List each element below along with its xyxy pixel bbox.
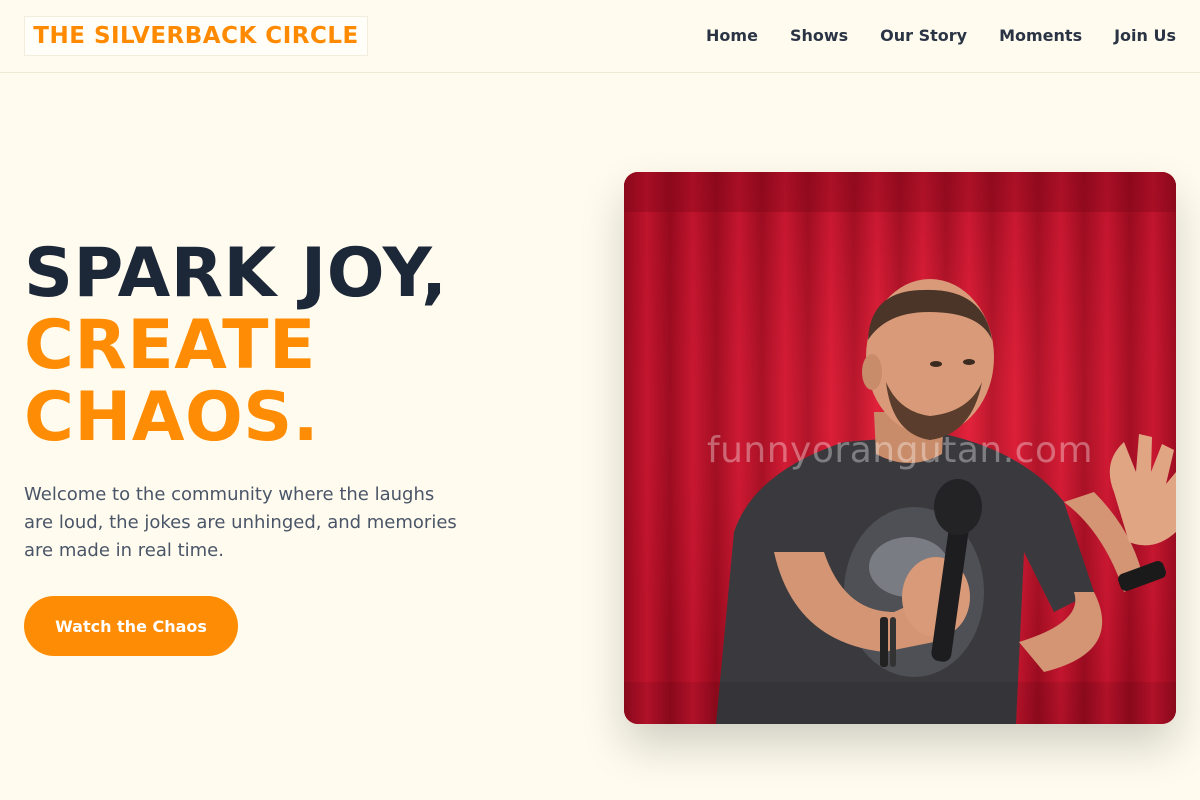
watch-the-chaos-button[interactable]: Watch the Chaos xyxy=(24,596,238,656)
page: THE SILVERBACK CIRCLE Home Shows Our Sto… xyxy=(0,0,1200,800)
comedian-illustration xyxy=(624,172,1176,724)
nav-link-moments[interactable]: Moments xyxy=(999,24,1082,48)
site-logo[interactable]: THE SILVERBACK CIRCLE xyxy=(24,16,368,56)
hero-title-line-3: CHAOS. xyxy=(24,378,320,457)
hero-title-line-2: CREATE xyxy=(24,306,316,385)
main-nav: Home Shows Our Story Moments Join Us xyxy=(706,24,1176,48)
hero-description: Welcome to the community where the laugh… xyxy=(24,484,457,561)
hero-image-comedian: funnyorangutan.com xyxy=(624,172,1176,724)
nav-link-shows[interactable]: Shows xyxy=(790,24,848,48)
nav-link-join-us[interactable]: Join Us xyxy=(1114,24,1176,48)
nav-link-our-story[interactable]: Our Story xyxy=(880,24,967,48)
nav-link-home[interactable]: Home xyxy=(706,24,758,48)
hero-title-line-1: SPARK JOY, xyxy=(24,234,448,313)
hero-title: SPARK JOY, CREATE CHAOS. xyxy=(24,238,584,454)
site-header: THE SILVERBACK CIRCLE Home Shows Our Sto… xyxy=(0,0,1200,73)
